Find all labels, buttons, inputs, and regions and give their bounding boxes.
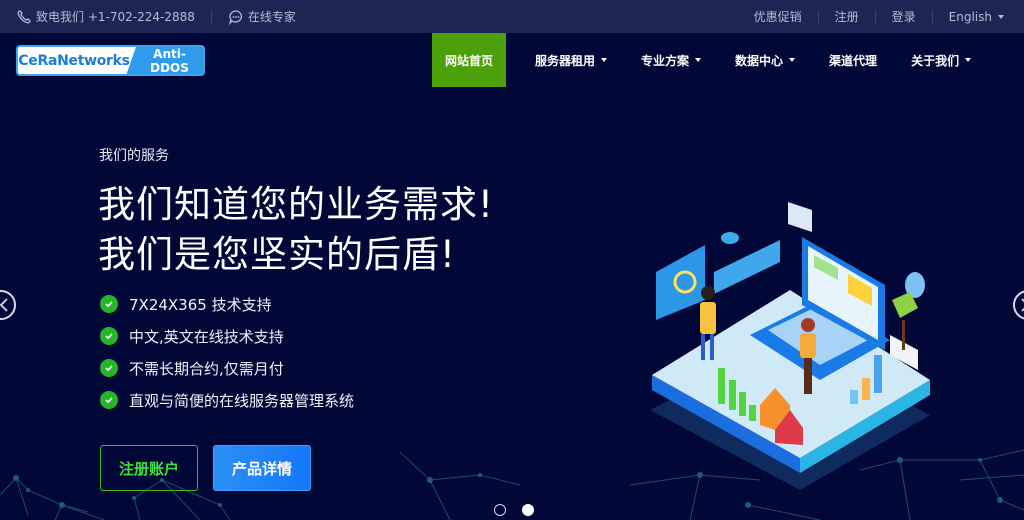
carousel-dot-1[interactable]	[494, 504, 506, 516]
chevron-down-icon	[965, 58, 972, 62]
bar-chart-bar	[749, 405, 756, 421]
online-expert-label: 在线专家	[247, 10, 296, 24]
register-account-button[interactable]: 注册账户	[100, 445, 198, 491]
hero-headline-line-2: 我们是您坚实的后盾!	[98, 233, 456, 276]
carousel-pagination	[494, 504, 534, 516]
cloud-icon	[721, 232, 739, 244]
document-icon	[788, 202, 812, 232]
feature-item: 中文,英文在线技术支持	[100, 320, 354, 352]
nav-item-server-rental[interactable]: 服务器租用	[522, 33, 620, 87]
check-circle-icon	[100, 359, 118, 377]
nav-item-label: 网站首页	[444, 53, 493, 68]
phone-label: 致电我们 +1-702-224-2888	[36, 10, 195, 24]
person-legs	[804, 358, 812, 394]
nav-item-data-center[interactable]: 数据中心	[722, 33, 808, 87]
isometric-workspace-illustration	[650, 202, 930, 490]
online-expert-link[interactable]: 在线专家	[228, 8, 296, 25]
nav-item-label: 专业方案	[641, 53, 690, 68]
nav-item-label: 渠道代理	[829, 53, 878, 68]
nav-item-label: 关于我们	[911, 53, 960, 68]
feature-item: 直观与简便的在线服务器管理系统	[100, 384, 354, 416]
bar-chart-bar	[729, 380, 736, 410]
person-leg	[701, 334, 705, 360]
feature-text: 直观与简便的在线服务器管理系统	[129, 391, 355, 410]
person-body	[800, 333, 816, 358]
carousel-next-button[interactable]	[1013, 290, 1024, 320]
top-bar: 致电我们 +1-702-224-2888 在线专家 优惠促销 注册 登录 Eng…	[0, 0, 1024, 33]
main-navbar: CeRaNetworks Anti-DDOS 网站首页 服务器租用 专业方案 数…	[0, 33, 1024, 87]
chevron-down-icon	[695, 58, 702, 62]
person-head	[701, 286, 715, 300]
gear-panel	[656, 245, 705, 320]
bar-chart-bar	[850, 390, 858, 404]
bar-chart-bar	[718, 368, 725, 404]
feature-item: 不需长期合约,仅需月付	[100, 352, 354, 384]
feature-list: 7X24X365 技术支持 中文,英文在线技术支持 不需长期合约,仅需月付 直观…	[100, 288, 354, 416]
carousel-dot-2[interactable]	[522, 504, 534, 516]
chevron-left-icon	[0, 298, 8, 312]
check-circle-icon	[100, 327, 118, 345]
bar-chart-bar	[874, 355, 882, 393]
chevron-down-icon	[789, 58, 796, 62]
chat-icon	[228, 9, 242, 25]
bar-chart-bar	[862, 378, 870, 400]
check-circle-icon	[100, 391, 118, 409]
language-selector[interactable]: English	[949, 10, 1004, 24]
feature-text: 7X24X365 技术支持	[129, 295, 272, 314]
divider	[874, 10, 876, 23]
check-circle-icon	[100, 295, 118, 313]
nav-item-solutions[interactable]: 专业方案	[628, 33, 714, 87]
nav-item-label: 数据中心	[735, 53, 784, 68]
nav-item-about-us[interactable]: 关于我们	[898, 33, 984, 87]
logo[interactable]: CeRaNetworks Anti-DDOS	[16, 45, 205, 76]
hero-headline-line-1: 我们知道您的业务需求!	[98, 183, 494, 226]
logo-brand: CeRaNetworks	[18, 47, 136, 74]
divider	[931, 10, 933, 23]
nav-item-home[interactable]: 网站首页	[432, 33, 506, 87]
chevron-right-icon	[1021, 298, 1024, 312]
person-leg	[710, 334, 714, 360]
nav-item-channel-agent[interactable]: 渠道代理	[816, 33, 890, 87]
register-link[interactable]: 注册	[835, 8, 859, 25]
divider	[817, 10, 819, 23]
product-details-button[interactable]: 产品详情	[213, 445, 311, 491]
info-panel	[714, 240, 780, 294]
person-body	[700, 302, 716, 334]
login-link[interactable]: 登录	[892, 8, 916, 25]
hero-eyebrow: 我们的服务	[99, 148, 169, 164]
hero-headline: 我们知道您的业务需求! 我们是您坚实的后盾!	[98, 180, 494, 280]
logo-tag: Anti-DDOS	[150, 46, 189, 75]
chevron-down-icon	[601, 58, 608, 62]
feature-text: 不需长期合约,仅需月付	[129, 359, 284, 378]
feature-item: 7X24X365 技术支持	[100, 288, 354, 320]
chevron-down-icon	[998, 15, 1004, 19]
language-label: English	[948, 9, 992, 24]
nav-menu: 网站首页 服务器租用 专业方案 数据中心 渠道代理 关于我们	[432, 33, 984, 87]
tree-trunk	[902, 320, 905, 350]
promotions-link[interactable]: 优惠促销	[754, 8, 802, 25]
bar-chart-bar	[739, 392, 746, 416]
phone-icon	[17, 9, 31, 23]
feature-text: 中文,英文在线技术支持	[129, 327, 284, 346]
phone-contact[interactable]: 致电我们 +1-702-224-2888	[16, 8, 195, 25]
carousel-prev-button[interactable]	[0, 290, 16, 320]
person-head	[801, 318, 815, 332]
divider	[210, 10, 212, 23]
nav-item-label: 服务器租用	[535, 53, 596, 68]
